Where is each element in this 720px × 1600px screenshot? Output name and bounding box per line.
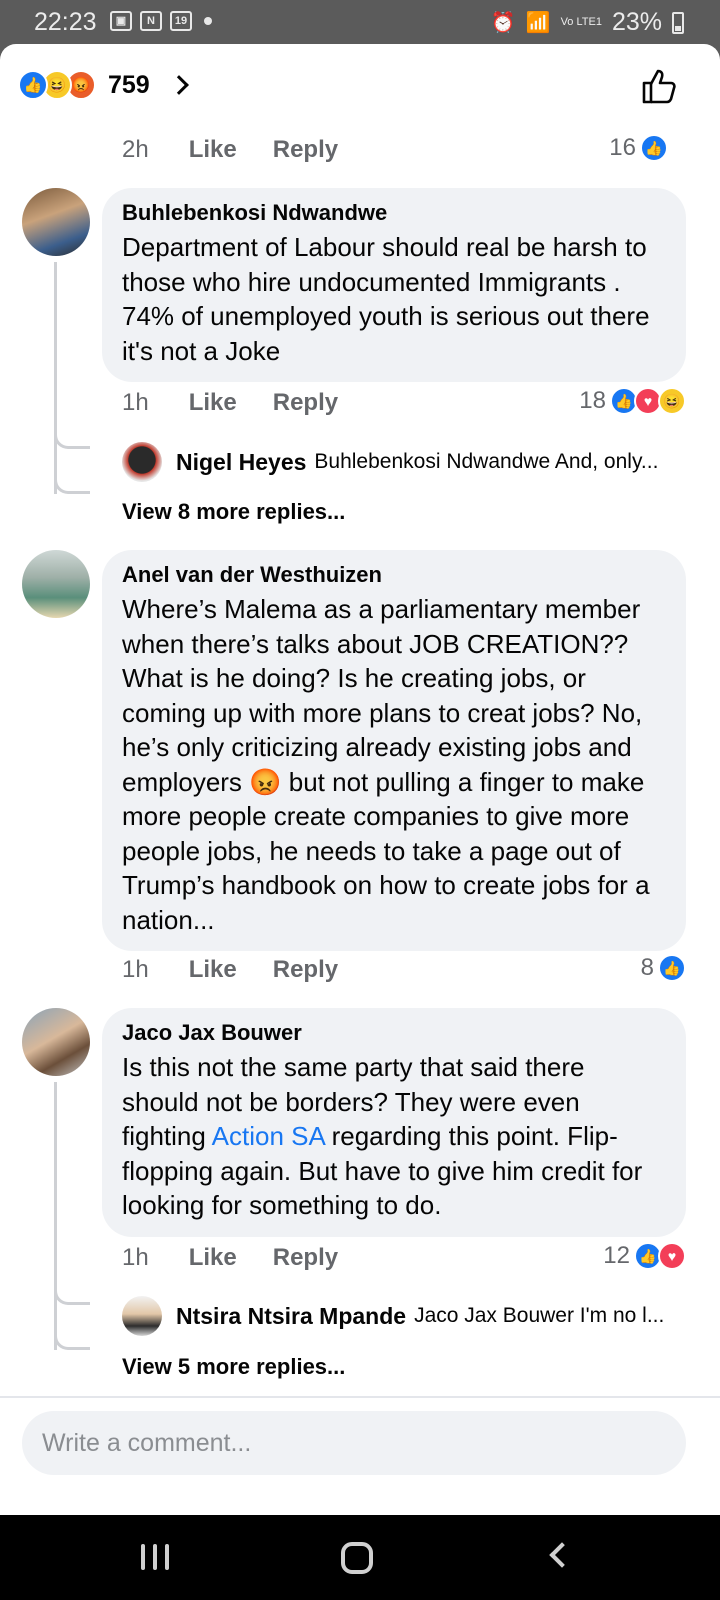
reply-author[interactable]: Nigel Heyes: [176, 449, 306, 476]
like-reaction-icon: 👍: [640, 134, 668, 162]
thread-line: [54, 262, 57, 494]
battery-percent: 23%: [611, 8, 662, 36]
reply-connector: [54, 429, 90, 449]
reaction-count: 8: [640, 954, 654, 981]
chevron-right-icon: [168, 75, 189, 95]
like-button[interactable]: Like: [189, 136, 237, 164]
comment-reactions[interactable]: 16 👍: [609, 134, 668, 162]
avatar[interactable]: [122, 1296, 162, 1336]
reply-connector: [54, 1285, 90, 1305]
comment-text: Where’s Malema as a parliamentary member…: [122, 594, 650, 935]
comment-author[interactable]: Anel van der Westhuizen: [122, 562, 666, 588]
comment-text: Department of Labour should real be hars…: [122, 232, 650, 366]
reaction-total: 759: [108, 70, 150, 99]
navigation-bar: [0, 1515, 720, 1600]
reply-connector: [54, 474, 90, 494]
like-post-icon[interactable]: [640, 66, 680, 106]
comment-time: 1h: [122, 389, 149, 416]
comment-reactions[interactable]: 8 👍: [641, 954, 686, 982]
comment-author[interactable]: Buhlebenkosi Ndwandwe: [122, 200, 666, 226]
reaction-count: 12: [603, 1242, 630, 1269]
wifi-icon: 📶: [525, 12, 551, 34]
like-button[interactable]: Like: [189, 1244, 237, 1272]
more-notifications-dot-icon: [204, 17, 212, 25]
home-icon[interactable]: [341, 1542, 373, 1574]
reply-preview[interactable]: Ntsira Ntsira Mpande Jaco Jax Bouwer I'm…: [122, 1296, 664, 1336]
divider: [0, 1396, 720, 1398]
like-reaction-icon: 👍: [18, 70, 48, 100]
comment-reactions[interactable]: 12 👍 ♥: [603, 1242, 686, 1270]
comment-text: Is this not the same party that said the…: [122, 1052, 643, 1220]
comment-bubble[interactable]: Buhlebenkosi Ndwandwe Department of Labo…: [102, 188, 686, 382]
reply-snippet: Buhlebenkosi Ndwandwe And, only...: [314, 450, 659, 473]
comment-bubble[interactable]: Anel van der Westhuizen Where’s Malema a…: [102, 550, 686, 951]
reply-author[interactable]: Ntsira Ntsira Mpande: [176, 1303, 406, 1330]
avatar[interactable]: [22, 188, 90, 256]
comment-input[interactable]: Write a comment...: [22, 1411, 686, 1475]
n-icon: N: [140, 11, 162, 31]
comment-meta: 1h Like Reply: [122, 956, 374, 984]
comment-meta: 1h Like Reply: [122, 1244, 374, 1272]
status-time: 22:23: [34, 8, 97, 36]
haha-reaction-icon: 😆: [658, 387, 686, 415]
back-icon[interactable]: [549, 1542, 575, 1568]
thread-line: [54, 1082, 57, 1350]
avatar[interactable]: [22, 1008, 90, 1076]
like-button[interactable]: Like: [189, 956, 237, 984]
like-button[interactable]: Like: [189, 389, 237, 417]
status-right: ⏰ 📶 Vo LTE1 23%: [491, 8, 684, 37]
gallery-icon: ▣: [110, 11, 132, 31]
reply-button[interactable]: Reply: [273, 1244, 338, 1272]
reply-button[interactable]: Reply: [273, 956, 338, 984]
reaction-count: 18: [579, 387, 606, 414]
reaction-summary[interactable]: 👍 😆 😡 759: [18, 70, 189, 100]
alarm-icon: ⏰: [490, 12, 516, 34]
comments-sheet: 👍 😆 😡 759 2h Like Reply 16 👍 Buhlebenkos…: [0, 44, 720, 1515]
comment-meta: 1h Like Reply: [122, 389, 374, 417]
comment-meta-previous: 2h Like Reply: [122, 136, 374, 164]
love-reaction-icon: ♥: [658, 1242, 686, 1270]
comment-time: 2h: [122, 136, 149, 163]
comment-time: 1h: [122, 956, 149, 983]
network-label: Vo LTE1: [560, 16, 602, 28]
comment-reactions[interactable]: 18 👍 ♥ 😆: [579, 387, 686, 415]
avatar[interactable]: [22, 550, 90, 618]
calendar-icon: 19: [170, 11, 192, 31]
battery-icon: [672, 11, 684, 34]
recent-apps-icon[interactable]: [141, 1544, 169, 1570]
view-more-replies-link[interactable]: View 8 more replies...: [122, 499, 345, 525]
avatar[interactable]: [122, 442, 162, 482]
comment-bubble[interactable]: Jaco Jax Bouwer Is this not the same par…: [102, 1008, 686, 1237]
comment-input-placeholder: Write a comment...: [42, 1428, 252, 1457]
reply-preview[interactable]: Nigel Heyes Buhlebenkosi Ndwandwe And, o…: [122, 442, 658, 482]
comment-author[interactable]: Jaco Jax Bouwer: [122, 1020, 666, 1046]
angry-emoji-icon: 😡: [249, 766, 282, 797]
reply-connector: [54, 1330, 90, 1350]
reply-snippet: Jaco Jax Bouwer I'm no l...: [414, 1304, 665, 1327]
reply-button[interactable]: Reply: [273, 389, 338, 417]
mention-link[interactable]: Action SA: [212, 1121, 325, 1151]
comment-time: 1h: [122, 1244, 149, 1271]
like-reaction-icon: 👍: [658, 954, 686, 982]
reply-button[interactable]: Reply: [273, 136, 338, 164]
status-bar: 22:23 ▣ N 19 ⏰ 📶 Vo LTE1 23%: [0, 0, 720, 44]
view-more-replies-link[interactable]: View 5 more replies...: [122, 1354, 345, 1380]
notification-icons: ▣ N 19: [110, 11, 212, 31]
reaction-count: 16: [609, 134, 636, 161]
